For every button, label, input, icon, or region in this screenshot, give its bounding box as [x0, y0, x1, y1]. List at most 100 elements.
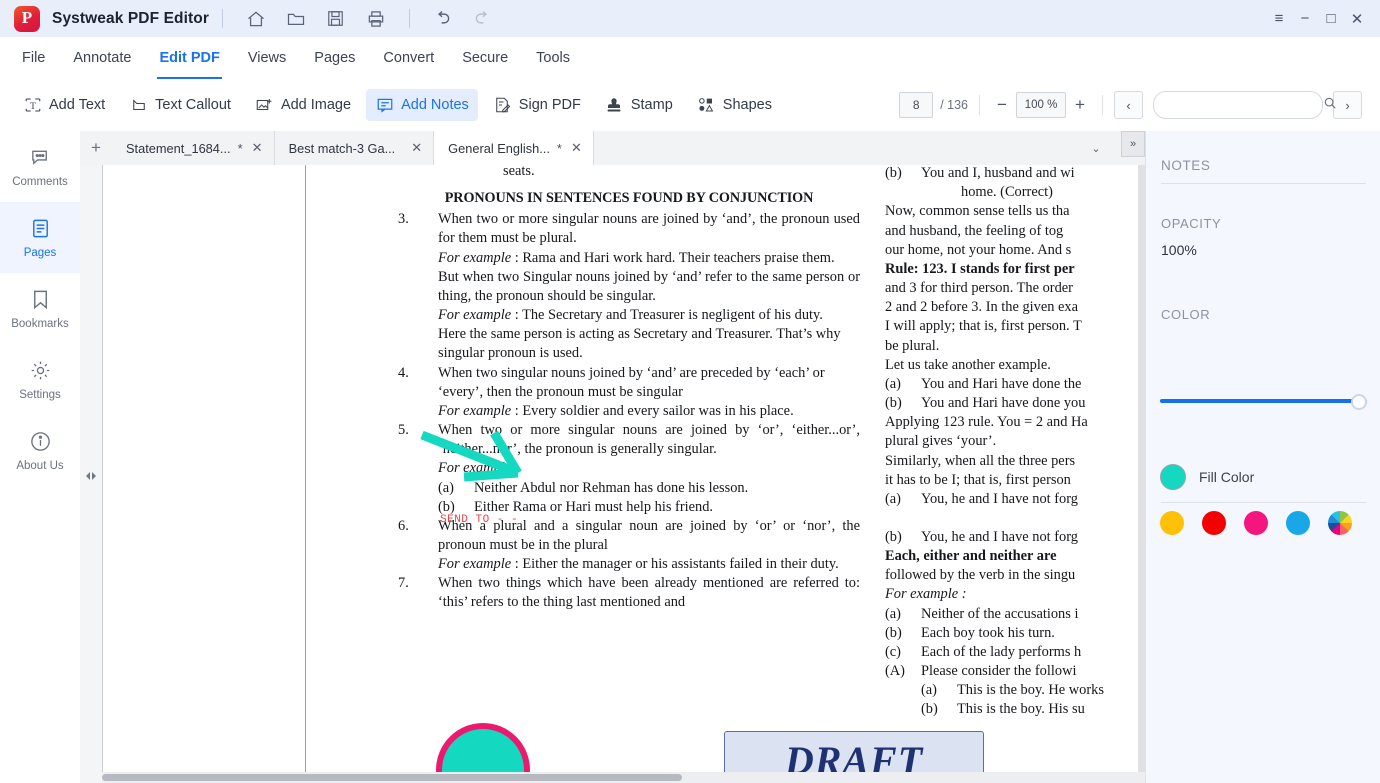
divider	[1102, 95, 1103, 115]
doc-r-line: our home, not your home. And s	[885, 241, 1072, 258]
tab-general-english[interactable]: General English... * ✕	[434, 131, 594, 165]
menu-annotate[interactable]: Annotate	[59, 37, 145, 79]
tab-best-match[interactable]: Best match-3 Ga... ✕	[275, 131, 435, 165]
color-swatch-pink[interactable]	[1244, 511, 1268, 535]
document-viewport[interactable]: seats. PRONOUNS IN SENTENCES FOUND BY CO…	[102, 165, 1145, 783]
minimize-button[interactable]: −	[1292, 5, 1318, 33]
zoom-level-input[interactable]: 100 %	[1016, 92, 1066, 118]
letter: (a)	[885, 605, 901, 622]
add-text-button[interactable]: T Add Text	[14, 89, 114, 121]
shapes-button[interactable]: Shapes	[688, 89, 781, 121]
color-swatch-list	[1160, 511, 1352, 535]
folder-open-icon[interactable]	[281, 5, 311, 33]
tab-close-icon[interactable]: ✕	[569, 140, 584, 156]
undo-icon[interactable]	[428, 5, 458, 33]
document-column-right: home. (Incorrect) (b)You and I, husband …	[885, 165, 1125, 720]
toolbar-right-controls: 8 / 136 − 100 % + ‹ ›	[899, 79, 1362, 131]
sidebar-item-about-us[interactable]: About Us	[0, 415, 80, 486]
page-column-divider	[305, 165, 306, 773]
opacity-value: 100%	[1161, 242, 1197, 258]
sidebar-item-settings[interactable]: Settings	[0, 344, 80, 415]
color-wheel-picker-icon[interactable]	[1328, 511, 1352, 535]
opacity-slider[interactable]	[1160, 394, 1367, 410]
zoom-out-button[interactable]: −	[991, 93, 1013, 117]
fill-color-swatch[interactable]	[1160, 464, 1186, 490]
tab-close-icon[interactable]: ✕	[409, 140, 424, 156]
annotation-send-to-text[interactable]: SEND TO - -	[440, 514, 518, 526]
doc-r-line: Now, common sense tells us tha	[885, 203, 1070, 220]
print-icon[interactable]	[361, 5, 391, 33]
divider	[408, 9, 410, 28]
menu-convert[interactable]: Convert	[369, 37, 448, 79]
t: You, he and I have not forg	[921, 528, 1078, 545]
comments-icon	[29, 146, 52, 170]
title-bar: P Systweak PDF Editor ≡ − □ ✕	[0, 0, 1380, 37]
sidebar-item-pages[interactable]: Pages	[0, 202, 80, 273]
document-tab-bar: + Statement_1684... * ✕ Best match-3 Ga.…	[80, 131, 1145, 166]
redo-icon[interactable]	[468, 5, 498, 33]
panel-expand-icon[interactable]: »	[1121, 131, 1145, 157]
logo-glyph: P	[21, 7, 33, 27]
tab-close-icon[interactable]: ✕	[250, 140, 265, 156]
new-tab-button[interactable]: +	[80, 131, 112, 165]
save-icon[interactable]	[321, 5, 351, 33]
menu-edit-pdf[interactable]: Edit PDF	[145, 37, 233, 79]
menu-secure[interactable]: Secure	[448, 37, 522, 79]
search-input[interactable]	[1164, 97, 1323, 113]
stamp-button[interactable]: Stamp	[596, 89, 682, 121]
sidebar-item-bookmarks[interactable]: Bookmarks	[0, 273, 80, 344]
letter: (a)	[921, 682, 937, 699]
maximize-button[interactable]: □	[1318, 5, 1344, 33]
edit-toolbar: T Add Text Text Callout Add Image Add No…	[0, 79, 1380, 132]
horizontal-scrollbar[interactable]	[102, 772, 1145, 783]
zoom-in-button[interactable]: +	[1069, 93, 1091, 117]
tab-statement[interactable]: Statement_1684... * ✕	[112, 131, 275, 165]
color-swatch-blue[interactable]	[1286, 511, 1310, 535]
color-swatch-red[interactable]	[1202, 511, 1226, 535]
pdf-page: seats. PRONOUNS IN SENTENCES FOUND BY CO…	[102, 165, 1138, 773]
document-column-left: seats. PRONOUNS IN SENTENCES FOUND BY CO…	[398, 165, 860, 613]
previous-page-button[interactable]: ‹	[1114, 91, 1143, 119]
sign-pdf-label: Sign PDF	[518, 97, 581, 113]
item-number: 3.	[398, 211, 409, 228]
slider-knob[interactable]	[1351, 394, 1367, 410]
add-notes-label: Add Notes	[401, 97, 469, 113]
page-number-input[interactable]: 8	[899, 92, 934, 118]
text-callout-button[interactable]: Text Callout	[120, 89, 240, 121]
add-notes-icon	[375, 96, 394, 115]
letter: (a)	[885, 490, 901, 507]
t: Each boy took his turn.	[921, 624, 1055, 641]
home-icon[interactable]	[241, 5, 271, 33]
sidebar-item-comments[interactable]: Comments	[0, 131, 80, 202]
color-swatch-yellow[interactable]	[1160, 511, 1184, 535]
letter: (b)	[885, 395, 902, 412]
tab-label: Best match-3 Ga...	[288, 140, 396, 156]
hamburger-menu-icon[interactable]: ≡	[1266, 5, 1292, 33]
annotation-arrow[interactable]	[420, 427, 530, 482]
close-button[interactable]: ✕	[1344, 5, 1370, 33]
add-notes-button[interactable]: Add Notes	[366, 89, 478, 121]
tab-overflow-chevron-down-icon[interactable]: ⌄	[1083, 131, 1109, 165]
menu-tools[interactable]: Tools	[522, 37, 584, 79]
menu-views[interactable]: Views	[234, 37, 300, 79]
example-text-3: : Every soldier and every sailor was in …	[511, 402, 794, 419]
menu-pages[interactable]: Pages	[300, 37, 369, 79]
notes-panel-title: NOTES	[1161, 158, 1211, 173]
add-image-button[interactable]: Add Image	[246, 89, 360, 121]
scrollbar-thumb[interactable]	[102, 774, 682, 781]
doc-r-line: (b) You and I, husband and wi	[885, 165, 1125, 183]
fill-color-row[interactable]: Fill Color	[1160, 464, 1254, 490]
doc-r-line: (b) You, he and I have not forg	[885, 528, 1125, 547]
thumbnail-pane-resize-handle[interactable]	[81, 466, 101, 486]
search-box[interactable]	[1153, 91, 1336, 119]
menu-file[interactable]: File	[8, 37, 59, 79]
doc-item-3-para-3: Here the same person is acting as Secret…	[438, 326, 841, 362]
doc-item-7: 7. When two things which have been alrea…	[398, 574, 860, 612]
for-example-label-2: For example	[438, 307, 512, 324]
shapes-icon	[697, 96, 716, 115]
for-example-label: For example	[438, 249, 512, 266]
next-page-button[interactable]: ›	[1333, 91, 1362, 119]
example-text-5: : Either the manager or his assistants f…	[511, 556, 839, 573]
doc-r-line: be plural.	[885, 337, 940, 354]
sign-pdf-button[interactable]: Sign PDF	[484, 89, 590, 121]
